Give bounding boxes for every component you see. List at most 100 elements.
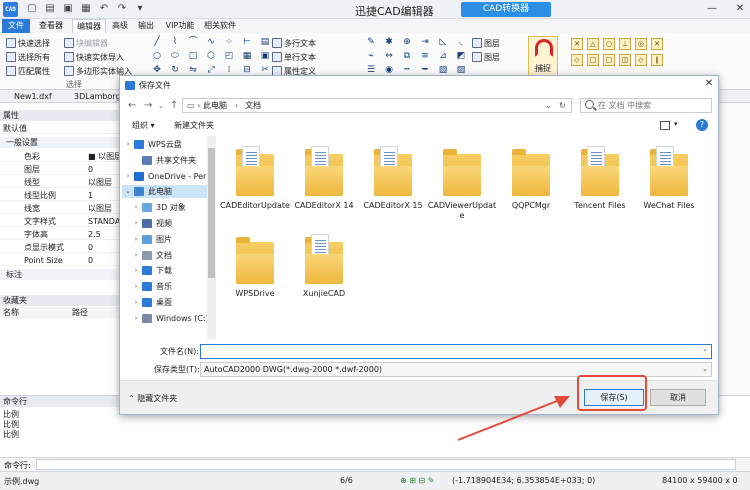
breadcrumb-documents[interactable]: 文档 <box>245 99 261 112</box>
general-settings-section[interactable]: 一般设置 <box>0 137 120 148</box>
folder-item[interactable]: Tencent Files <box>565 144 635 226</box>
line-tool-icon[interactable]: ╱ <box>152 37 162 47</box>
tree-chevron-icon[interactable]: › <box>124 170 132 183</box>
hide-folders-toggle[interactable]: ⌃ 隐藏文件夹 <box>128 393 177 404</box>
quick-entity-import-button[interactable]: 快速实体导入 <box>64 51 124 64</box>
up-icon[interactable]: ↑ <box>170 100 178 111</box>
tree-item[interactable]: › Windows (C:) <box>122 312 213 325</box>
tree-scrollbar-thumb[interactable] <box>208 148 215 278</box>
ungroup-tool-icon[interactable]: ▨ <box>456 65 466 75</box>
chamfer-tool-icon[interactable]: ◺ <box>438 37 448 47</box>
dropdown-icon[interactable]: ▾ <box>134 3 146 15</box>
annotation-section[interactable]: 标注 <box>0 269 120 280</box>
properties-default[interactable]: 默认值 <box>0 123 120 134</box>
command-input[interactable] <box>36 459 736 470</box>
help-icon[interactable]: ? <box>696 119 708 131</box>
scale-tool-icon[interactable]: ⤢ <box>206 65 216 75</box>
snap-endpoint-icon[interactable]: ✕ <box>571 38 583 50</box>
address-bar[interactable]: ▭ › 此电脑 › 文档 ⌄ ↻ <box>182 98 572 113</box>
folder-item[interactable]: XunjieCAD <box>289 232 359 314</box>
image-tool-icon[interactable]: ▣ <box>260 51 270 61</box>
polyline-tool-icon[interactable]: ⌇ <box>170 37 180 47</box>
snap-tangent-icon[interactable]: ◎ <box>635 38 647 50</box>
properties-tool-icon[interactable]: ☰ <box>366 65 376 75</box>
tree-chevron-icon[interactable]: › <box>132 264 140 277</box>
layers-button[interactable]: 图层 <box>472 37 500 50</box>
organize-button[interactable]: 组织 ▾ <box>132 120 155 131</box>
spline-tool-icon[interactable]: ∿ <box>206 37 216 47</box>
undo-icon[interactable]: ↶ <box>98 3 110 15</box>
address-dropdown-icon[interactable]: ⌄ <box>545 99 552 112</box>
filename-dropdown-icon[interactable]: ⌄ <box>702 345 708 353</box>
color-tool-icon[interactable]: ◉ <box>384 65 394 75</box>
measure-tool-icon[interactable]: ⊿ <box>438 51 448 61</box>
break-tool-icon[interactable]: ⌁ <box>366 51 376 61</box>
folder-item[interactable]: WeChat Files <box>634 144 704 226</box>
polygon-tool-icon[interactable]: ⬡ <box>206 51 216 61</box>
view-options-icon[interactable] <box>660 121 670 130</box>
tree-chevron-icon[interactable]: › <box>124 138 132 151</box>
join-tool-icon[interactable]: ⊕ <box>402 37 412 47</box>
single-line-text-button[interactable]: 单行文本 <box>272 51 316 64</box>
redo-icon[interactable]: ↷ <box>116 3 128 15</box>
tree-chevron-icon[interactable]: › <box>132 217 140 230</box>
property-row[interactable]: 线型比例 1 <box>0 190 120 201</box>
tab-output[interactable]: 输出 <box>136 19 156 33</box>
group-tool-icon[interactable]: ▧ <box>438 65 448 75</box>
refresh-icon[interactable]: ↻ <box>559 99 566 112</box>
mirror-tool-icon[interactable]: ⇋ <box>188 65 198 75</box>
fillet-tool-icon[interactable]: ◟ <box>456 37 466 47</box>
tab-vip[interactable]: VIP功能 <box>162 19 198 33</box>
rectangle-tool-icon[interactable]: □ <box>188 51 198 61</box>
filename-input[interactable]: ⌄ <box>200 344 712 359</box>
tree-chevron-icon[interactable]: › <box>132 312 140 325</box>
status-snap-icons[interactable]: ⊕ ⊞ ⊟ ✎ <box>400 476 434 485</box>
array-tool-icon[interactable]: ⁞ <box>224 65 234 75</box>
close-icon[interactable]: ✕ <box>733 2 747 16</box>
cancel-button[interactable]: 取消 <box>650 389 706 406</box>
snap-nearest-icon[interactable]: ◫ <box>619 54 631 66</box>
tab-advanced[interactable]: 高级 <box>110 19 130 33</box>
tree-item[interactable]: › 下载 <box>122 264 213 277</box>
extend-tool-icon[interactable]: ⇥ <box>420 37 430 47</box>
folder-item[interactable]: CADEditorX 14 <box>289 144 359 226</box>
recent-dropdown-icon[interactable]: ⌄ <box>158 102 164 110</box>
tree-item[interactable]: › WPS云盘 <box>122 138 213 151</box>
hatch-tool-icon[interactable]: ▤ <box>260 37 270 47</box>
tree-item[interactable]: › 图片 <box>122 233 213 246</box>
erase-tool-icon[interactable]: ✎ <box>366 37 376 47</box>
stretch-tool-icon[interactable]: ⇔ <box>384 51 394 61</box>
ellipse-tool-icon[interactable]: ⬭ <box>170 51 180 61</box>
snap-perpendicular-icon[interactable]: ⊥ <box>619 38 631 50</box>
tab-viewer[interactable]: 查看器 <box>36 19 66 33</box>
property-row[interactable]: 文字样式 STANDARD <box>0 216 120 227</box>
filetype-dropdown-icon[interactable]: ⌄ <box>702 363 708 376</box>
region-tool-icon[interactable]: ◰ <box>224 51 234 61</box>
property-row[interactable]: Point Size 0 <box>0 255 120 266</box>
linetype-tool-icon[interactable]: ┅ <box>402 65 412 75</box>
view-dropdown-icon[interactable]: ▾ <box>674 120 678 128</box>
forward-icon[interactable]: → <box>144 100 152 111</box>
capture-button[interactable]: 捕捉 <box>528 36 558 76</box>
layer-manager-button[interactable]: 图层 <box>472 51 500 64</box>
tree-chevron-icon[interactable]: › <box>132 280 140 293</box>
folder-item[interactable]: CADViewerUpdate <box>427 144 497 226</box>
move-tool-icon[interactable]: ✥ <box>152 65 162 75</box>
snap-quadrant-icon[interactable]: ◇ <box>571 54 583 66</box>
tree-chevron-icon[interactable]: › <box>132 296 140 309</box>
search-input[interactable]: 在 文档 中搜索 <box>580 98 712 113</box>
tree-chevron-icon[interactable]: › <box>132 249 140 262</box>
tree-item[interactable]: › 视频 <box>122 217 213 230</box>
open-icon[interactable]: ▤ <box>44 3 56 15</box>
back-icon[interactable]: ← <box>128 100 136 111</box>
snap-midpoint-icon[interactable]: △ <box>587 38 599 50</box>
tab-editor[interactable]: 编辑器 <box>72 19 106 33</box>
snap-center-icon[interactable]: ○ <box>603 38 615 50</box>
table-tool-icon[interactable]: ▦ <box>242 51 252 61</box>
tree-item[interactable]: › 3D 对象 <box>122 201 213 214</box>
tree-item[interactable]: › OneDrive - Perso <box>122 170 213 183</box>
save-icon[interactable]: ▣ <box>62 3 74 15</box>
quick-select-button[interactable]: 快速选择 <box>6 37 50 50</box>
copy-tool-icon[interactable]: ⧉ <box>402 51 412 61</box>
snap-node-icon[interactable]: □ <box>587 54 599 66</box>
